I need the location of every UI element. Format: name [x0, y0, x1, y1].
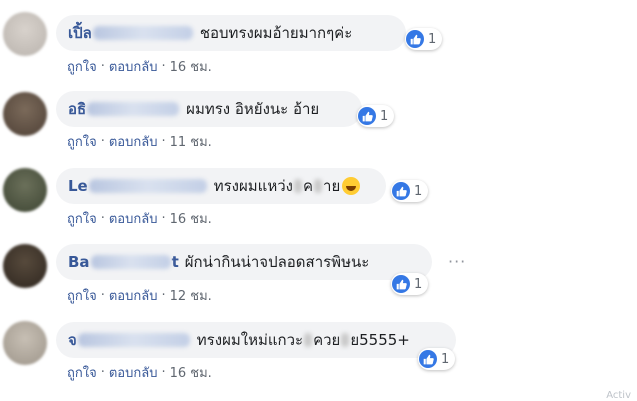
avatar[interactable]	[3, 168, 47, 212]
reply-link[interactable]: ตอบกลับ	[109, 285, 158, 306]
comment-bubble: จ ทรงผมใหม่แกวะ ควย ย5555+	[56, 322, 456, 358]
redacted-text	[314, 179, 323, 193]
comment-actions: ถูกใจ · ตอบกลับ · 16 ชม.	[67, 56, 212, 77]
thumbs-up-icon	[406, 30, 424, 48]
timestamp[interactable]: 16 ชม.	[170, 56, 212, 77]
comment-actions: ถูกใจ · ตอบกลับ · 11 ชม.	[67, 131, 212, 152]
comment-text-part: ค	[302, 177, 314, 195]
like-link[interactable]: ถูกใจ	[67, 362, 97, 383]
comment: เปิ้ล ชอบทรงผมอ้ายมากๆค่ะ 1 ถูกใจ · ตอบก…	[0, 0, 637, 80]
comment: จ ทรงผมใหม่แกวะ ควย ย5555+ 1 ถูกใจ · ตอบ…	[0, 320, 637, 400]
comment-bubble: เปิ้ล ชอบทรงผมอ้ายมากๆค่ะ	[56, 15, 406, 51]
avatar[interactable]	[3, 12, 47, 56]
reaction-count: 1	[441, 351, 450, 367]
laughing-emoji-icon	[342, 177, 361, 195]
thumbs-up-icon	[392, 275, 410, 293]
separator: ·	[100, 365, 105, 380]
redacted-name	[92, 26, 193, 40]
redacted-text	[304, 333, 313, 347]
avatar[interactable]	[3, 321, 47, 365]
separator: ·	[100, 134, 105, 149]
separator: ·	[161, 134, 166, 149]
redacted-name	[77, 333, 190, 347]
author-visible-text: จ	[68, 331, 77, 349]
comment-bubble: Ba t ผักน่ากินน่าจปลอดสารพิษนะ	[56, 244, 432, 280]
like-link[interactable]: ถูกใจ	[67, 56, 97, 77]
separator: ·	[161, 59, 166, 74]
reply-link[interactable]: ตอบกลับ	[109, 208, 158, 229]
comment-text: ผมทรง อิหยังนะ อ้าย	[186, 100, 320, 118]
comment-author[interactable]: Le	[68, 177, 208, 195]
author-visible-text: เปิ้ล	[68, 24, 92, 42]
comment-author[interactable]: เปิ้ล	[68, 21, 194, 45]
author-visible-text: t	[171, 253, 179, 271]
author-visible-text: อธิ	[68, 100, 87, 118]
comment-bubble: อธิ ผมทรง อิหยังนะ อ้าย	[56, 91, 362, 127]
comment: Ba t ผักน่ากินน่าจปลอดสารพิษนะ ··· 1 ถูก…	[0, 240, 637, 320]
reaction-count-badge[interactable]: 1	[391, 273, 429, 295]
reaction-count-badge[interactable]: 1	[405, 28, 443, 50]
comment-text: ชอบทรงผมอ้ายมากๆค่ะ	[199, 24, 353, 42]
reaction-count: 1	[414, 276, 423, 292]
comment-text-part: ทรงผมแหว่ง	[213, 177, 293, 195]
reaction-count-badge[interactable]: 1	[357, 105, 395, 127]
comment: Le ทรงผมแหว่ง ค าย 1 ถูกใจ · ตอบกลับ · 1…	[0, 160, 637, 240]
comment-text-part: ควย	[313, 331, 341, 349]
timestamp[interactable]: 16 ชม.	[170, 208, 212, 229]
reply-link[interactable]: ตอบกลับ	[109, 131, 158, 152]
like-link[interactable]: ถูกใจ	[67, 208, 97, 229]
separator: ·	[161, 211, 166, 226]
comment-text: ผักน่ากินน่าจปลอดสารพิษนะ	[184, 253, 370, 271]
separator: ·	[161, 288, 166, 303]
reaction-count-badge[interactable]: 1	[391, 180, 429, 202]
redacted-name	[90, 255, 171, 269]
comment-text-part: ย5555+	[350, 331, 410, 349]
comment-actions: ถูกใจ · ตอบกลับ · 16 ชม.	[67, 362, 212, 383]
redacted-text	[341, 333, 350, 347]
avatar[interactable]	[3, 92, 47, 136]
like-link[interactable]: ถูกใจ	[67, 285, 97, 306]
comment-bubble: Le ทรงผมแหว่ง ค าย	[56, 168, 386, 204]
separator: ·	[161, 365, 166, 380]
timestamp[interactable]: 16 ชม.	[170, 362, 212, 383]
comment-author[interactable]: Ba t	[68, 253, 179, 271]
comment: อธิ ผมทรง อิหยังนะ อ้าย 1 ถูกใจ · ตอบกลั…	[0, 80, 637, 160]
comment-text: ทรงผมใหม่แกวะ ควย ย5555+	[197, 328, 410, 352]
reply-link[interactable]: ตอบกลับ	[109, 56, 158, 77]
thumbs-up-icon	[392, 182, 410, 200]
comment-actions: ถูกใจ · ตอบกลับ · 12 ชม.	[67, 285, 212, 306]
reaction-count: 1	[414, 183, 423, 199]
separator: ·	[100, 59, 105, 74]
timestamp[interactable]: 11 ชม.	[170, 131, 212, 152]
thumbs-up-icon	[419, 350, 437, 368]
author-visible-text: Le	[68, 177, 88, 195]
reaction-count: 1	[380, 108, 389, 124]
separator: ·	[100, 211, 105, 226]
like-link[interactable]: ถูกใจ	[67, 131, 97, 152]
comment-actions: ถูกใจ · ตอบกลับ · 16 ชม.	[67, 208, 212, 229]
redacted-name	[87, 102, 180, 116]
footer-fragment: Activ	[606, 390, 631, 401]
reaction-count-badge[interactable]: 1	[418, 348, 456, 370]
separator: ·	[100, 288, 105, 303]
comment-text-part: ทรงผมใหม่แกวะ	[196, 331, 304, 349]
redacted-name	[88, 179, 207, 193]
reply-link[interactable]: ตอบกลับ	[109, 362, 158, 383]
reaction-count: 1	[428, 31, 437, 47]
comment-author[interactable]: อธิ	[68, 97, 180, 121]
more-options-icon[interactable]: ···	[448, 252, 466, 271]
comment-text-part: าย	[323, 177, 341, 195]
thumbs-up-icon	[358, 107, 376, 125]
redacted-text	[293, 179, 302, 193]
comment-text: ทรงผมแหว่ง ค าย	[214, 174, 361, 198]
author-visible-text: Ba	[68, 253, 90, 271]
timestamp[interactable]: 12 ชม.	[170, 285, 212, 306]
comment-author[interactable]: จ	[68, 328, 191, 352]
avatar[interactable]	[3, 244, 47, 288]
